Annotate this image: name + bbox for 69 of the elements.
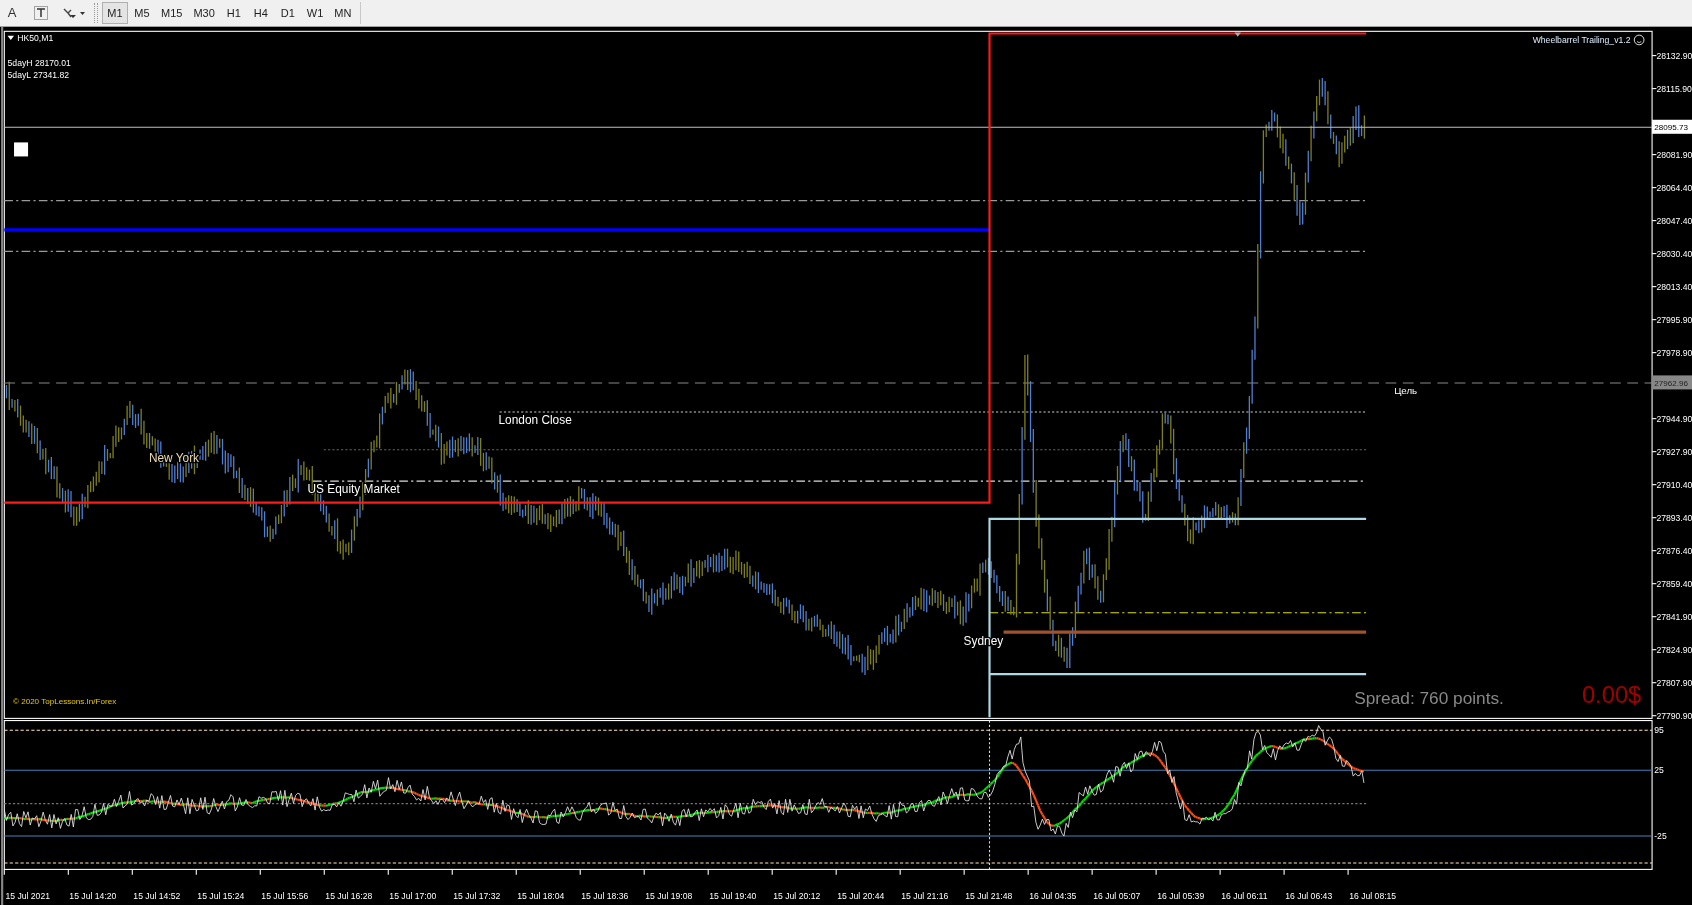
time-tick-label: 15 Jul 19:08 [645, 890, 693, 901]
indicator-tick-label: -25 [1654, 831, 1667, 842]
price-tick-label: 27944.90 [1656, 413, 1692, 424]
timeframe-button[interactable]: H1 [220, 2, 247, 24]
price-tick-label: 27841.90 [1656, 611, 1692, 622]
time-tick-label: 15 Jul 15:24 [197, 890, 245, 901]
smiley-icon [1633, 34, 1645, 46]
price-tick-label: 28115.90 [1656, 83, 1692, 94]
timeframe-button[interactable]: MN [329, 2, 357, 24]
timeframe-button[interactable]: M5 [129, 2, 155, 24]
time-tick-label: 15 Jul 20:12 [773, 890, 821, 901]
timeframe-button[interactable]: D1 [274, 2, 301, 24]
price-tick-label: 27893.40 [1656, 512, 1692, 523]
price-tick-label: 27807.90 [1656, 677, 1692, 688]
price-tick-label: 27927.90 [1656, 446, 1692, 457]
time-tick-label: 15 Jul 18:36 [581, 890, 629, 901]
indicator-tick-label: 95 [1654, 725, 1664, 736]
arrows-dropdown-icon[interactable] [62, 6, 86, 20]
info-text: 5dayL 27341.82 [7, 69, 70, 80]
text-label-icon[interactable] [34, 6, 48, 20]
time-tick-label: 15 Jul 17:32 [453, 890, 501, 901]
collapse-triangle-icon[interactable] [7, 35, 15, 40]
target-label: Цель [1394, 384, 1418, 396]
time-tick-label: 16 Jul 05:07 [1093, 890, 1141, 901]
price-tick-label: 28064.40 [1656, 182, 1692, 193]
price-tick-label: 27910.40 [1656, 479, 1692, 490]
price-tick-label: 28047.40 [1656, 215, 1692, 226]
time-tick-label: 15 Jul 20:44 [837, 890, 885, 901]
price-tick-label: 28013.40 [1656, 281, 1692, 292]
price-tick-label: 28132.90 [1656, 50, 1692, 61]
price-tick-label: 28081.90 [1656, 149, 1692, 160]
price-tick-label: 27876.40 [1656, 545, 1692, 556]
spread-text: Spread: 760 points. [1354, 688, 1504, 709]
time-tick-label: 15 Jul 21:16 [901, 890, 949, 901]
time-tick-label: 15 Jul 19:40 [709, 890, 757, 901]
time-tick-label: 16 Jul 06:11 [1221, 890, 1268, 901]
time-tick-label: 16 Jul 06:43 [1285, 890, 1333, 901]
timeframe-button[interactable]: H4 [247, 2, 274, 24]
info-text: 5dayH 28170.01 [7, 57, 71, 68]
time-tick-label: 15 Jul 16:28 [325, 890, 373, 901]
time-tick-label: 15 Jul 15:56 [261, 890, 309, 901]
time-tick-label: 15 Jul 17:00 [389, 890, 437, 901]
time-tick-label: 16 Jul 08:15 [1349, 890, 1397, 901]
expert-name: Wheelbarrel Trailing_v1.2 [1532, 35, 1631, 46]
session-label: US Equity Market [307, 481, 400, 496]
time-tick-label: 16 Jul 05:39 [1157, 890, 1205, 901]
time-tick-label: 15 Jul 21:48 [965, 890, 1013, 901]
price-tick-label: 27978.90 [1656, 347, 1692, 358]
indicator-tick-label: 25 [1654, 765, 1664, 776]
price-tick-label: 27824.90 [1656, 644, 1692, 655]
timeframe-button[interactable]: M15 [156, 2, 188, 24]
timeframe-button[interactable]: M30 [188, 2, 220, 24]
price-tick-label: 28030.40 [1656, 248, 1692, 259]
time-tick-label: 15 Jul 14:52 [133, 890, 181, 901]
timeframe-button[interactable]: W1 [301, 2, 329, 24]
session-label: London Close [498, 412, 572, 427]
checkbox-square[interactable] [14, 142, 29, 157]
text-tool-button[interactable]: A [0, 2, 24, 24]
marker-triangle-icon [1234, 32, 1241, 37]
time-tick-label: 15 Jul 2021 [5, 890, 50, 901]
price-tick-label: 27790.90 [1656, 710, 1692, 721]
price-tick-label: 27995.90 [1656, 314, 1692, 325]
timeframe-button[interactable]: M1 [102, 2, 128, 24]
price-tick-label: 27859.40 [1656, 578, 1692, 589]
time-tick-label: 15 Jul 18:04 [517, 890, 565, 901]
profit-text: 0.00$ [1581, 682, 1642, 709]
time-tick-label: 16 Jul 04:35 [1029, 890, 1077, 901]
time-tick-label: 15 Jul 14:20 [69, 890, 117, 901]
symbol-title: HK50,M1 [17, 33, 54, 43]
